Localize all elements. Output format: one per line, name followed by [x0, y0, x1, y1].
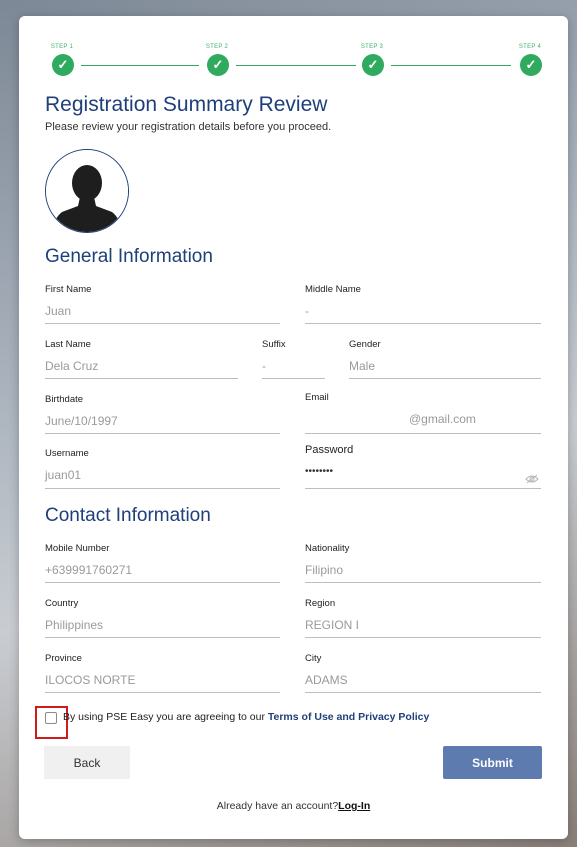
- email-label: Email: [305, 392, 329, 403]
- password-label: Password: [305, 444, 354, 456]
- step-3: STEP 3 ✓: [357, 44, 387, 76]
- check-icon: ✓: [52, 54, 74, 76]
- field-underline: [349, 378, 541, 379]
- login-prompt: Already have an account?Log-In: [19, 800, 568, 812]
- gender-label: Gender: [349, 339, 381, 350]
- check-icon: ✓: [520, 54, 542, 76]
- step-2: STEP 2 ✓: [202, 44, 232, 76]
- step-connector: [81, 65, 199, 66]
- field-underline: [45, 692, 280, 693]
- stepper: STEP 1 ✓ STEP 2 ✓ STEP 3 ✓ STEP 4 ✓: [47, 44, 542, 78]
- nationality-value: Filipino: [305, 563, 344, 577]
- field-underline: [305, 433, 541, 434]
- field-underline: [45, 488, 280, 489]
- page-title: Registration Summary Review: [45, 93, 328, 116]
- city-value: ADAMS: [305, 673, 348, 687]
- field-underline: [262, 378, 325, 379]
- field-underline: [305, 488, 541, 489]
- first-name-value: Juan: [45, 304, 72, 318]
- password-value: ••••••••: [305, 466, 334, 477]
- country-field[interactable]: Country Philippines: [45, 598, 280, 638]
- submit-button[interactable]: Submit: [443, 746, 542, 779]
- suffix-value: -: [262, 359, 266, 373]
- username-value: juan01: [45, 468, 82, 482]
- contact-information-title: Contact Information: [45, 505, 211, 526]
- terms-prefix: By using PSE Easy you are agreeing to ou…: [63, 711, 268, 723]
- step-1-label: STEP 1: [50, 44, 74, 50]
- email-value: @gmail.com: [409, 412, 476, 426]
- birthdate-value: June/10/1997: [45, 414, 118, 428]
- step-4: STEP 4 ✓: [515, 44, 545, 76]
- city-label: City: [305, 653, 322, 664]
- registration-card: STEP 1 ✓ STEP 2 ✓ STEP 3 ✓ STEP 4 ✓ Regi…: [19, 16, 568, 839]
- field-underline: [45, 582, 280, 583]
- middle-name-label: Middle Name: [305, 284, 361, 295]
- field-underline: [305, 637, 541, 638]
- check-icon: ✓: [362, 54, 384, 76]
- region-field[interactable]: Region REGION I: [305, 598, 541, 638]
- region-value: REGION I: [305, 618, 360, 632]
- field-underline: [305, 582, 541, 583]
- password-field[interactable]: Password ••••••••: [305, 444, 541, 489]
- page-subtitle: Please review your registration details …: [45, 121, 332, 133]
- username-label: Username: [45, 448, 89, 459]
- last-name-value: Dela Cruz: [45, 359, 99, 373]
- nationality-field[interactable]: Nationality Filipino: [305, 543, 541, 583]
- nationality-label: Nationality: [305, 543, 350, 554]
- birthdate-field[interactable]: Birthdate June/10/1997: [45, 394, 280, 434]
- middle-name-value: -: [305, 304, 309, 318]
- back-button[interactable]: Back: [44, 746, 130, 779]
- middle-name-field[interactable]: Middle Name -: [305, 284, 541, 324]
- step-1: STEP 1 ✓: [47, 44, 77, 76]
- mobile-number-value: +639991760271: [45, 563, 133, 577]
- field-underline: [45, 323, 280, 324]
- terms-text: By using PSE Easy you are agreeing to ou…: [63, 711, 429, 723]
- step-4-label: STEP 4: [518, 44, 542, 50]
- suffix-label: Suffix: [262, 339, 286, 350]
- suffix-field[interactable]: Suffix -: [262, 339, 325, 379]
- region-label: Region: [305, 598, 336, 609]
- gender-value: Male: [349, 359, 376, 373]
- field-underline: [45, 433, 280, 434]
- general-information-title: General Information: [45, 246, 213, 267]
- mobile-number-field[interactable]: Mobile Number +639991760271: [45, 543, 280, 583]
- user-silhouette-icon: [46, 150, 128, 232]
- province-label: Province: [45, 653, 82, 664]
- field-underline: [305, 692, 541, 693]
- step-2-label: STEP 2: [205, 44, 229, 50]
- gender-field[interactable]: Gender Male: [349, 339, 541, 379]
- birthdate-label: Birthdate: [45, 394, 84, 405]
- field-underline: [45, 378, 238, 379]
- step-3-label: STEP 3: [360, 44, 384, 50]
- eye-slash-icon[interactable]: [525, 474, 539, 484]
- avatar: [45, 149, 129, 233]
- email-field[interactable]: Email @gmail.com: [305, 392, 541, 434]
- login-prompt-text: Already have an account?: [216, 800, 339, 812]
- province-field[interactable]: Province ILOCOS NORTE: [45, 653, 280, 693]
- field-underline: [305, 323, 541, 324]
- mobile-number-label: Mobile Number: [45, 543, 110, 554]
- country-value: Philippines: [45, 618, 104, 632]
- country-label: Country: [45, 598, 79, 609]
- terms-link[interactable]: Terms of Use and Privacy Policy: [268, 711, 429, 723]
- check-icon: ✓: [207, 54, 229, 76]
- field-underline: [45, 637, 280, 638]
- username-field[interactable]: Username juan01: [45, 448, 280, 489]
- step-connector: [391, 65, 511, 66]
- step-connector: [236, 65, 356, 66]
- login-link[interactable]: Log-In: [338, 800, 370, 812]
- first-name-label: First Name: [45, 284, 92, 295]
- last-name-label: Last Name: [45, 339, 91, 350]
- city-field[interactable]: City ADAMS: [305, 653, 541, 693]
- first-name-field[interactable]: First Name Juan: [45, 284, 280, 324]
- province-value: ILOCOS NORTE: [45, 673, 136, 687]
- last-name-field[interactable]: Last Name Dela Cruz: [45, 339, 238, 379]
